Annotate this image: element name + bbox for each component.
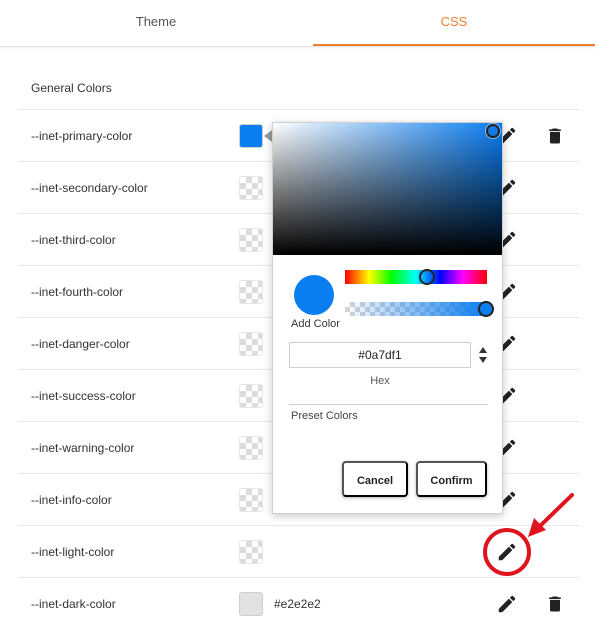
alpha-slider[interactable]	[345, 302, 487, 316]
color-preview	[294, 275, 334, 315]
color-swatch[interactable]	[239, 488, 263, 512]
row-label: --inet-third-color	[31, 233, 116, 247]
color-swatch[interactable]	[239, 176, 263, 200]
row-label: --inet-dark-color	[31, 597, 116, 611]
confirm-button[interactable]: Confirm	[416, 461, 487, 497]
color-swatch[interactable]	[239, 228, 263, 252]
up-down-arrows-icon[interactable]	[478, 346, 488, 364]
color-swatch[interactable]	[239, 436, 263, 460]
active-tab-indicator	[313, 44, 595, 46]
hue-slider[interactable]	[345, 270, 487, 284]
tab-theme[interactable]: Theme	[0, 0, 312, 47]
saturation-handle[interactable]	[486, 124, 500, 138]
row-label: --inet-warning-color	[31, 441, 135, 455]
color-row: --inet-light-color	[18, 525, 579, 577]
row-label: --inet-secondary-color	[31, 181, 148, 195]
hex-label: Hex	[370, 375, 390, 387]
saturation-area[interactable]	[273, 123, 502, 255]
popup-pointer	[264, 130, 272, 142]
row-label: --inet-danger-color	[31, 337, 130, 351]
alpha-slider-handle[interactable]	[478, 301, 494, 317]
tab-css[interactable]: CSS	[313, 0, 595, 47]
color-row: --inet-dark-color #e2e2e2	[18, 577, 579, 625]
hex-input[interactable]	[289, 342, 471, 368]
pencil-icon[interactable]	[496, 541, 518, 563]
section-title: General Colors	[31, 81, 112, 95]
color-swatch[interactable]	[239, 124, 263, 148]
preset-colors-label: Preset Colors	[291, 410, 358, 422]
row-label: --inet-fourth-color	[31, 285, 124, 299]
row-label: --inet-info-color	[31, 493, 112, 507]
color-swatch[interactable]	[239, 332, 263, 356]
color-swatch[interactable]	[239, 592, 263, 616]
pencil-icon[interactable]	[496, 593, 518, 615]
trash-icon[interactable]	[545, 125, 565, 147]
color-value: #e2e2e2	[274, 597, 321, 611]
color-picker-popup: Add Color Hex Preset Colors Cancel Confi…	[272, 122, 503, 514]
tab-bar: Theme CSS	[0, 0, 595, 47]
row-label: --inet-success-color	[31, 389, 136, 403]
cancel-button[interactable]: Cancel	[342, 461, 408, 497]
hue-slider-handle[interactable]	[419, 269, 435, 285]
color-swatch[interactable]	[239, 280, 263, 304]
color-swatch[interactable]	[239, 540, 263, 564]
row-label: --inet-primary-color	[31, 129, 133, 143]
divider	[289, 404, 488, 405]
color-swatch[interactable]	[239, 384, 263, 408]
add-color-button[interactable]: Add Color	[291, 318, 340, 330]
trash-icon[interactable]	[545, 593, 565, 615]
row-label: --inet-light-color	[31, 545, 115, 559]
